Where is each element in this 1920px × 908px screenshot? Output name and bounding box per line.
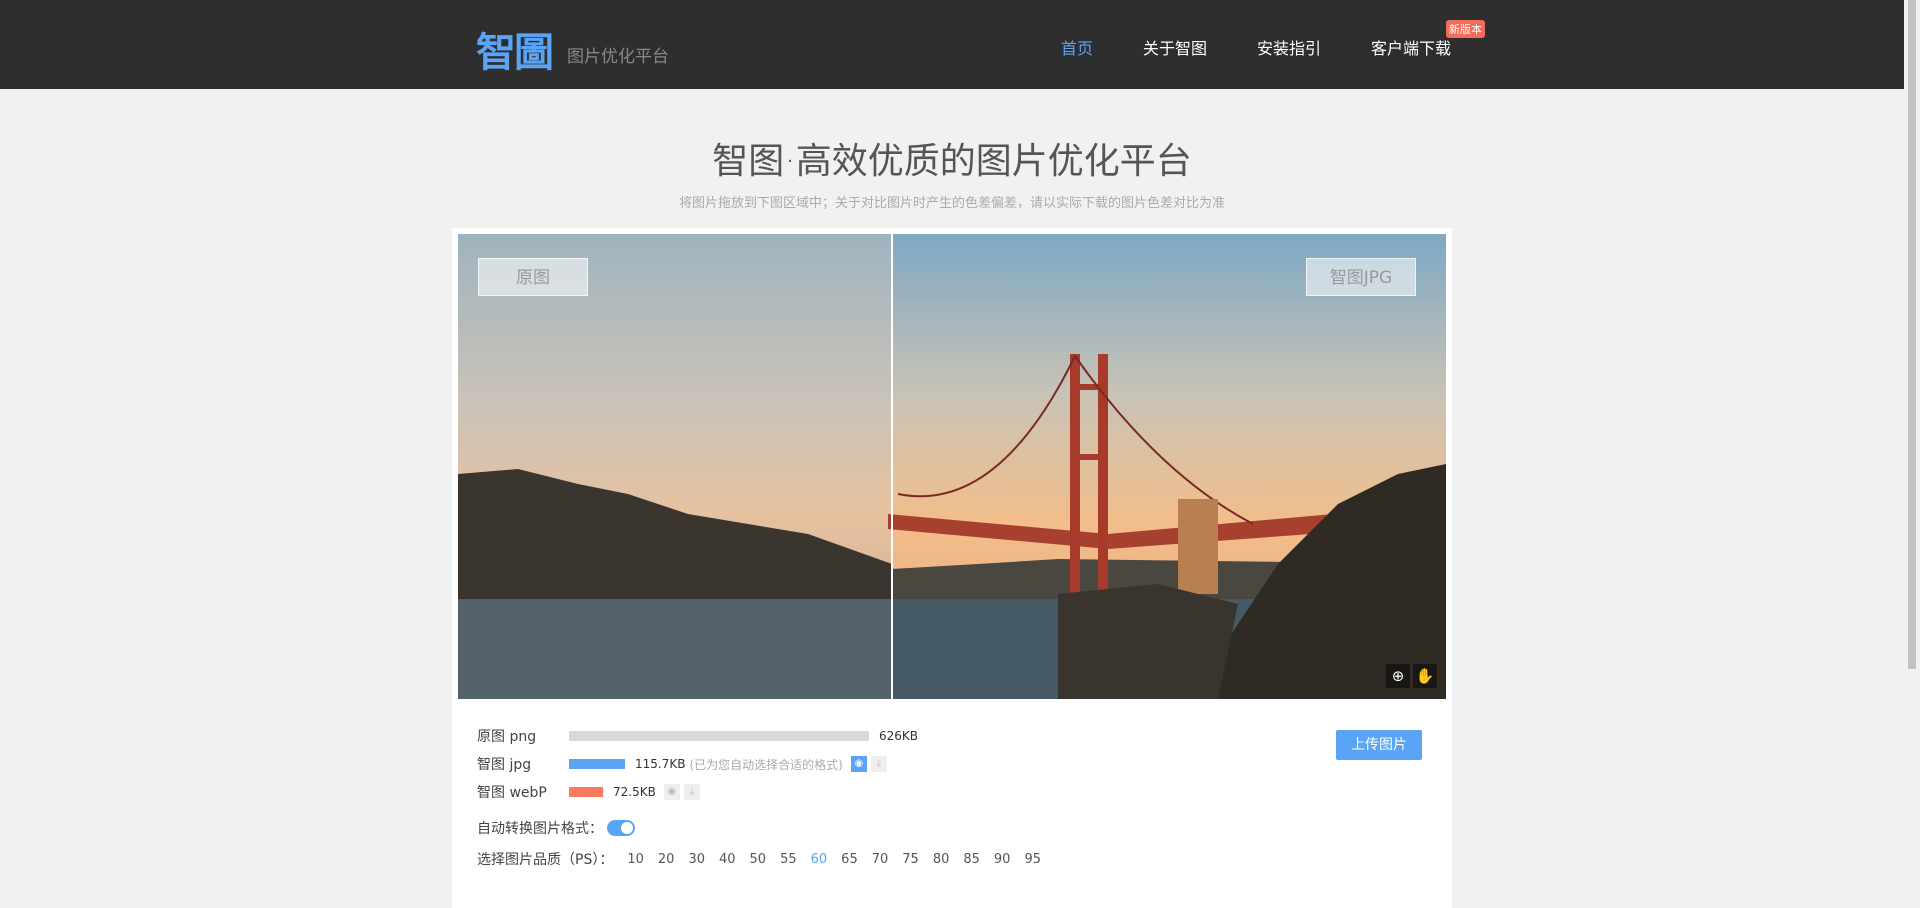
file-row-jpg: 智图 jpg 115.7KB (已为您自动选择合适的格式) ◉ ⤓	[477, 754, 887, 774]
quality-row: 选择图片品质（PS）： 10 20 30 40 50 55 60 65 70 75 80 85 90 95	[477, 849, 1041, 869]
color-picker-icon[interactable]: ✋	[1413, 664, 1437, 688]
size-bar	[569, 731, 869, 741]
scrollbar[interactable]	[1904, 0, 1920, 893]
photo-scene	[458, 354, 1446, 699]
upload-image-button[interactable]: 上传图片	[1336, 730, 1422, 760]
quality-option-90[interactable]: 90	[994, 852, 1011, 867]
top-nav-bar: 智圖 图片优化平台 首页 关于智图 安装指引 客户端下载 新版本	[0, 0, 1904, 89]
scrollbar-thumb[interactable]	[1908, 0, 1916, 669]
download-icon[interactable]: ⤓	[683, 784, 700, 800]
file-size: 115.7KB	[635, 757, 686, 771]
quality-option-10[interactable]: 10	[627, 852, 644, 867]
quality-label: 选择图片品质（PS）：	[477, 852, 614, 868]
quality-option-85[interactable]: 85	[963, 852, 980, 867]
quality-options: 10 20 30 40 50 55 60 65 70 75 80 85 90 95	[613, 852, 1041, 867]
quality-option-75[interactable]: 75	[902, 852, 919, 867]
eye-icon[interactable]: ◉	[663, 784, 680, 800]
logo[interactable]: 智圖	[476, 20, 554, 78]
auto-convert-row: 自动转换图片格式：	[477, 818, 635, 838]
new-version-badge: 新版本	[1446, 20, 1485, 38]
quality-option-30[interactable]: 30	[688, 852, 705, 867]
page-subtitle: 将图片拖放到下图区域中；关于对比图片时产生的色差偏差，请以实际下载的图片色差对比…	[678, 196, 1225, 211]
auto-convert-toggle[interactable]	[607, 820, 635, 836]
quality-option-95[interactable]: 95	[1024, 852, 1041, 867]
quality-option-40[interactable]: 40	[719, 852, 736, 867]
quality-option-80[interactable]: 80	[933, 852, 950, 867]
quality-option-50[interactable]: 50	[750, 852, 767, 867]
file-size: 626KB	[879, 729, 919, 743]
quality-option-65[interactable]: 65	[841, 852, 858, 867]
eye-icon[interactable]: ◉	[850, 756, 867, 772]
file-row-original: 原图 png 626KB	[477, 726, 922, 746]
size-bar	[569, 787, 603, 797]
file-row-webp: 智图 webP 72.5KB ◉ ⤓	[477, 782, 700, 802]
file-format-label: 智图 webP	[477, 785, 547, 801]
original-label: 原图	[478, 258, 588, 296]
quality-option-20[interactable]: 20	[658, 852, 675, 867]
download-icon[interactable]: ⤓	[870, 756, 887, 772]
image-compare-viewer[interactable]: 原图 智图JPG ⊕ ✋	[458, 234, 1446, 699]
logo-subtitle: 图片优化平台	[567, 47, 669, 67]
quality-option-55[interactable]: 55	[780, 852, 797, 867]
nav-home[interactable]: 首页	[1061, 35, 1093, 59]
nav-about[interactable]: 关于智图	[1143, 35, 1207, 59]
nav-install-guide[interactable]: 安装指引	[1257, 35, 1321, 59]
size-bar	[569, 759, 625, 769]
compare-slider-handle[interactable]	[891, 234, 893, 699]
page-title: 智图·高效优质的图片优化平台	[712, 141, 1192, 182]
file-size: 72.5KB	[613, 785, 656, 799]
file-format-label: 原图 png	[477, 729, 537, 745]
quality-option-70[interactable]: 70	[872, 852, 889, 867]
optimized-label: 智图JPG	[1306, 258, 1416, 296]
compare-card: 原图 智图JPG ⊕ ✋ 原图 png 626KB 智图 jpg 115.7KB…	[452, 228, 1452, 908]
nav-client-download[interactable]: 客户端下载	[1371, 35, 1451, 59]
auto-format-note: (已为您自动选择合适的格式)	[689, 757, 843, 772]
file-format-label: 智图 jpg	[477, 757, 532, 773]
auto-convert-label: 自动转换图片格式：	[477, 821, 603, 837]
quality-option-60[interactable]: 60	[811, 852, 828, 867]
zoom-in-icon[interactable]: ⊕	[1386, 664, 1410, 688]
